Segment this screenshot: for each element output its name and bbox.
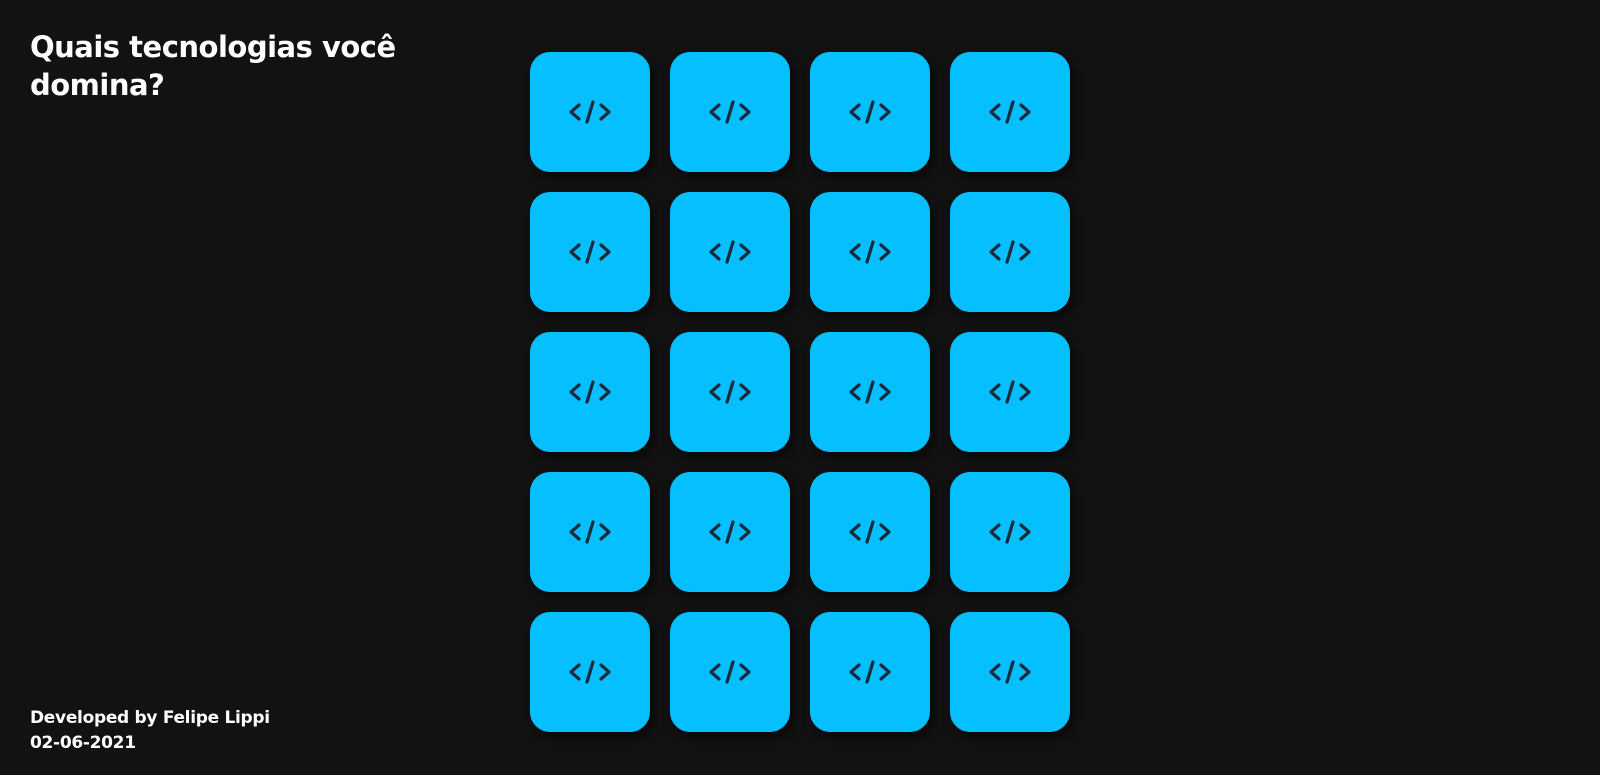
- tech-card[interactable]: [810, 332, 930, 452]
- code-icon: [568, 379, 612, 405]
- tech-card[interactable]: [950, 192, 1070, 312]
- tech-card[interactable]: [950, 472, 1070, 592]
- tech-card[interactable]: [950, 52, 1070, 172]
- tech-card[interactable]: [530, 612, 650, 732]
- tech-card[interactable]: [670, 52, 790, 172]
- code-icon: [708, 659, 752, 685]
- tech-card[interactable]: [810, 472, 930, 592]
- footer-credit: Developed by Felipe Lippi: [30, 708, 270, 728]
- code-icon: [568, 99, 612, 125]
- code-icon: [848, 379, 892, 405]
- code-icon: [988, 99, 1032, 125]
- card-grid: [530, 52, 1070, 732]
- code-icon: [988, 379, 1032, 405]
- footer: Developed by Felipe Lippi 02-06-2021: [30, 706, 270, 756]
- code-icon: [568, 519, 612, 545]
- tech-card[interactable]: [530, 192, 650, 312]
- tech-card[interactable]: [670, 332, 790, 452]
- code-icon: [848, 659, 892, 685]
- code-icon: [568, 239, 612, 265]
- tech-card[interactable]: [530, 52, 650, 172]
- page: Quais tecnologias você domina? Developed…: [0, 0, 1600, 775]
- code-icon: [568, 659, 612, 685]
- footer-date: 02-06-2021: [30, 733, 136, 753]
- tech-card[interactable]: [670, 192, 790, 312]
- tech-card[interactable]: [530, 472, 650, 592]
- code-icon: [848, 239, 892, 265]
- code-icon: [708, 99, 752, 125]
- code-icon: [708, 519, 752, 545]
- page-title: Quais tecnologias você domina?: [30, 30, 396, 102]
- tech-card[interactable]: [670, 612, 790, 732]
- code-icon: [848, 519, 892, 545]
- code-icon: [988, 659, 1032, 685]
- code-icon: [708, 379, 752, 405]
- code-icon: [988, 519, 1032, 545]
- code-icon: [708, 239, 752, 265]
- tech-card[interactable]: [950, 332, 1070, 452]
- tech-card[interactable]: [810, 612, 930, 732]
- code-icon: [848, 99, 892, 125]
- code-icon: [988, 239, 1032, 265]
- tech-card[interactable]: [950, 612, 1070, 732]
- tech-card[interactable]: [530, 332, 650, 452]
- tech-card[interactable]: [810, 52, 930, 172]
- tech-card[interactable]: [670, 472, 790, 592]
- tech-card[interactable]: [810, 192, 930, 312]
